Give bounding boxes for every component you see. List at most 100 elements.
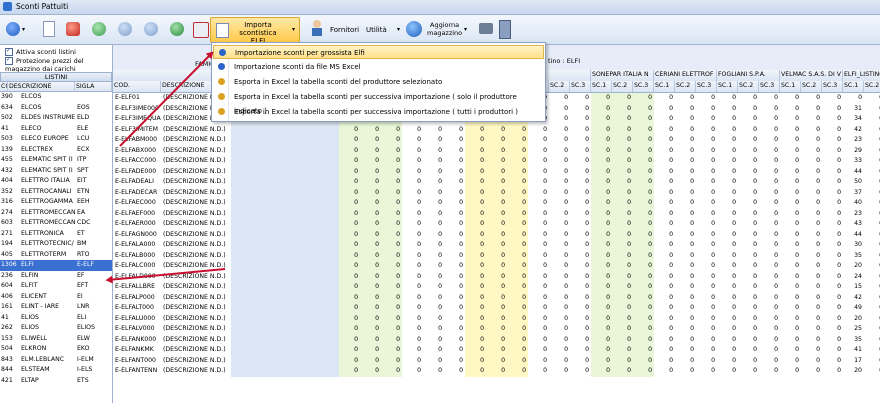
sconto-cell[interactable]: 0 [633, 166, 654, 177]
sconto-cell[interactable]: 0 [360, 187, 381, 198]
sconto-cell[interactable]: 0 [465, 303, 486, 314]
protezione-prezzi-checkbox[interactable]: Protezione prezzi del magazzino dai cari… [5, 56, 112, 73]
new-document-icon[interactable] [43, 21, 55, 37]
sconto-cell[interactable]: 25 [843, 324, 864, 335]
sconto-cell[interactable]: 0 [780, 240, 801, 251]
sconto-cell[interactable]: 0 [423, 366, 444, 377]
go-icon[interactable] [170, 22, 184, 36]
sconto-cell[interactable]: 0 [591, 103, 612, 114]
sconto-cell[interactable]: 0 [381, 145, 402, 156]
sconto-cell[interactable]: 0 [822, 356, 843, 367]
chevron-down-icon[interactable]: ▾ [22, 26, 25, 33]
sconto-cell[interactable]: 0 [423, 240, 444, 251]
sconto-cell[interactable]: 0 [549, 156, 570, 167]
sconto-cell[interactable]: 0 [612, 124, 633, 135]
sconto-cell[interactable]: 0 [738, 177, 759, 188]
sconto-cell[interactable]: 0 [612, 313, 633, 324]
col-sigla[interactable]: SIGLA [75, 82, 112, 92]
sconto-cell[interactable]: 0 [402, 261, 423, 272]
sconto-cell[interactable]: 0 [528, 303, 549, 314]
sconto-cell[interactable]: 0 [360, 313, 381, 324]
sconto-cell[interactable]: 35 [843, 335, 864, 346]
sconto-cell[interactable]: 0 [549, 104, 570, 115]
sconto-cell[interactable]: 0 [759, 314, 780, 325]
sconto-cell[interactable]: 0 [381, 187, 402, 198]
sconto-cell[interactable]: 0 [675, 314, 696, 325]
sconto-cell[interactable]: 0 [738, 125, 759, 136]
sconto-cell[interactable]: 0 [696, 230, 717, 241]
sconto-cell[interactable]: 37 [843, 188, 864, 199]
sconto-cell[interactable]: 0 [717, 293, 738, 304]
sconto-cell[interactable]: 0 [423, 146, 444, 157]
aggiorna-magazzino-button[interactable]: Aggiorna magazzino [427, 21, 462, 37]
sconto-cell[interactable]: 0 [822, 167, 843, 178]
sconto-cell[interactable]: 0 [360, 324, 381, 335]
sconto-cell[interactable]: 0 [864, 198, 880, 209]
sconto-cell[interactable]: 0 [759, 93, 780, 104]
sconto-cell[interactable]: 0 [402, 324, 423, 335]
sconto-cell[interactable]: 0 [717, 198, 738, 209]
sconto-cell[interactable]: 0 [339, 187, 360, 198]
sconto-cell[interactable]: 0 [402, 135, 423, 146]
sconto-cell[interactable]: 0 [612, 177, 633, 188]
sconto-cell[interactable]: 0 [864, 125, 880, 136]
sconto-cell[interactable]: 0 [717, 104, 738, 115]
sconto-cell[interactable]: 0 [570, 314, 591, 325]
sconto-cell[interactable]: 0 [360, 355, 381, 366]
col-cod[interactable]: COD [0, 82, 8, 92]
sconto-cell[interactable]: 0 [696, 209, 717, 220]
sconto-cell[interactable]: 0 [465, 324, 486, 335]
grid-row[interactable]: E-ELFANT000 (DESCRIZIONE N.D.) 0 0 0 0 0 0 0 0 0 0 0… [113, 355, 880, 367]
refresh-icon[interactable] [92, 22, 106, 36]
sconto-cell[interactable]: 0 [549, 251, 570, 262]
sconto-cell[interactable]: 0 [465, 292, 486, 303]
sconto-cell[interactable]: 0 [528, 261, 549, 272]
sconto-cell[interactable]: 0 [381, 324, 402, 335]
sconto-cell[interactable]: 0 [549, 125, 570, 136]
sconto-cell[interactable]: 0 [738, 366, 759, 377]
sconto-cell[interactable]: 0 [654, 125, 675, 136]
sconto-cell[interactable]: 23 [843, 209, 864, 220]
sconto-cell[interactable]: 0 [465, 166, 486, 177]
sconto-cell[interactable]: 0 [507, 198, 528, 209]
sconto-cell[interactable]: 0 [549, 324, 570, 335]
sconto-cell[interactable]: 0 [654, 303, 675, 314]
supplier-header[interactable]: VELMAC S.A.S. DI V [780, 70, 843, 81]
sconto-cell[interactable]: 0 [507, 313, 528, 324]
sconto-cell[interactable]: 0 [822, 282, 843, 293]
sconto-cell[interactable]: 0 [465, 334, 486, 345]
sconto-cell[interactable]: 0 [507, 208, 528, 219]
grid-row[interactable]: E-ELFAEF000 (DESCRIZIONE N.D.) 0 0 0 0 0 0 0 0 0 0 0… [113, 208, 880, 220]
sconto-cell[interactable]: 0 [759, 303, 780, 314]
listini-row[interactable]: 41 ELIOS ELI [0, 313, 112, 324]
sconto-cell[interactable]: 0 [381, 135, 402, 146]
sconto-cell[interactable]: 0 [675, 167, 696, 178]
sconto-cell[interactable]: 0 [402, 177, 423, 188]
sconto-cell[interactable]: 0 [570, 345, 591, 356]
sconto-cell[interactable]: 0 [591, 93, 612, 104]
sconto-cell[interactable]: 0 [507, 219, 528, 230]
sconto-cell[interactable]: 0 [570, 356, 591, 367]
sconto-cell[interactable]: 0 [570, 366, 591, 377]
sconto-cell[interactable]: 0 [822, 156, 843, 167]
sconto-cell[interactable]: 0 [360, 208, 381, 219]
listini-row[interactable]: 1306 ELFI E-ELF [0, 260, 112, 271]
sconto-cell[interactable]: 0 [486, 229, 507, 240]
sconto-cell[interactable]: 0 [612, 145, 633, 156]
sconto-cell[interactable]: 0 [654, 261, 675, 272]
sconto-cell[interactable]: 0 [654, 156, 675, 167]
sconto-cell[interactable]: 0 [360, 303, 381, 314]
sconto-cell[interactable]: 0 [780, 104, 801, 115]
grid-row[interactable]: E-ELF3IMITEM(DESCRIZIONE N.D.)0000000000… [113, 124, 880, 136]
sconto-cell[interactable]: 0 [822, 345, 843, 356]
sconto-cell[interactable]: 0 [633, 124, 654, 135]
sconto-cell[interactable]: 0 [654, 219, 675, 230]
sconto-cell[interactable]: 0 [717, 345, 738, 356]
listini-row[interactable]: 262 ELIOS ELIOS [0, 323, 112, 334]
sconto-cell[interactable]: 0 [864, 209, 880, 220]
sconto-cell[interactable]: 0 [444, 324, 465, 335]
sconto-cell[interactable]: 0 [717, 93, 738, 104]
sconto-cell[interactable]: 0 [444, 251, 465, 262]
sconto-cell[interactable]: 0 [381, 156, 402, 167]
sconto-cell[interactable]: 0 [381, 124, 402, 135]
